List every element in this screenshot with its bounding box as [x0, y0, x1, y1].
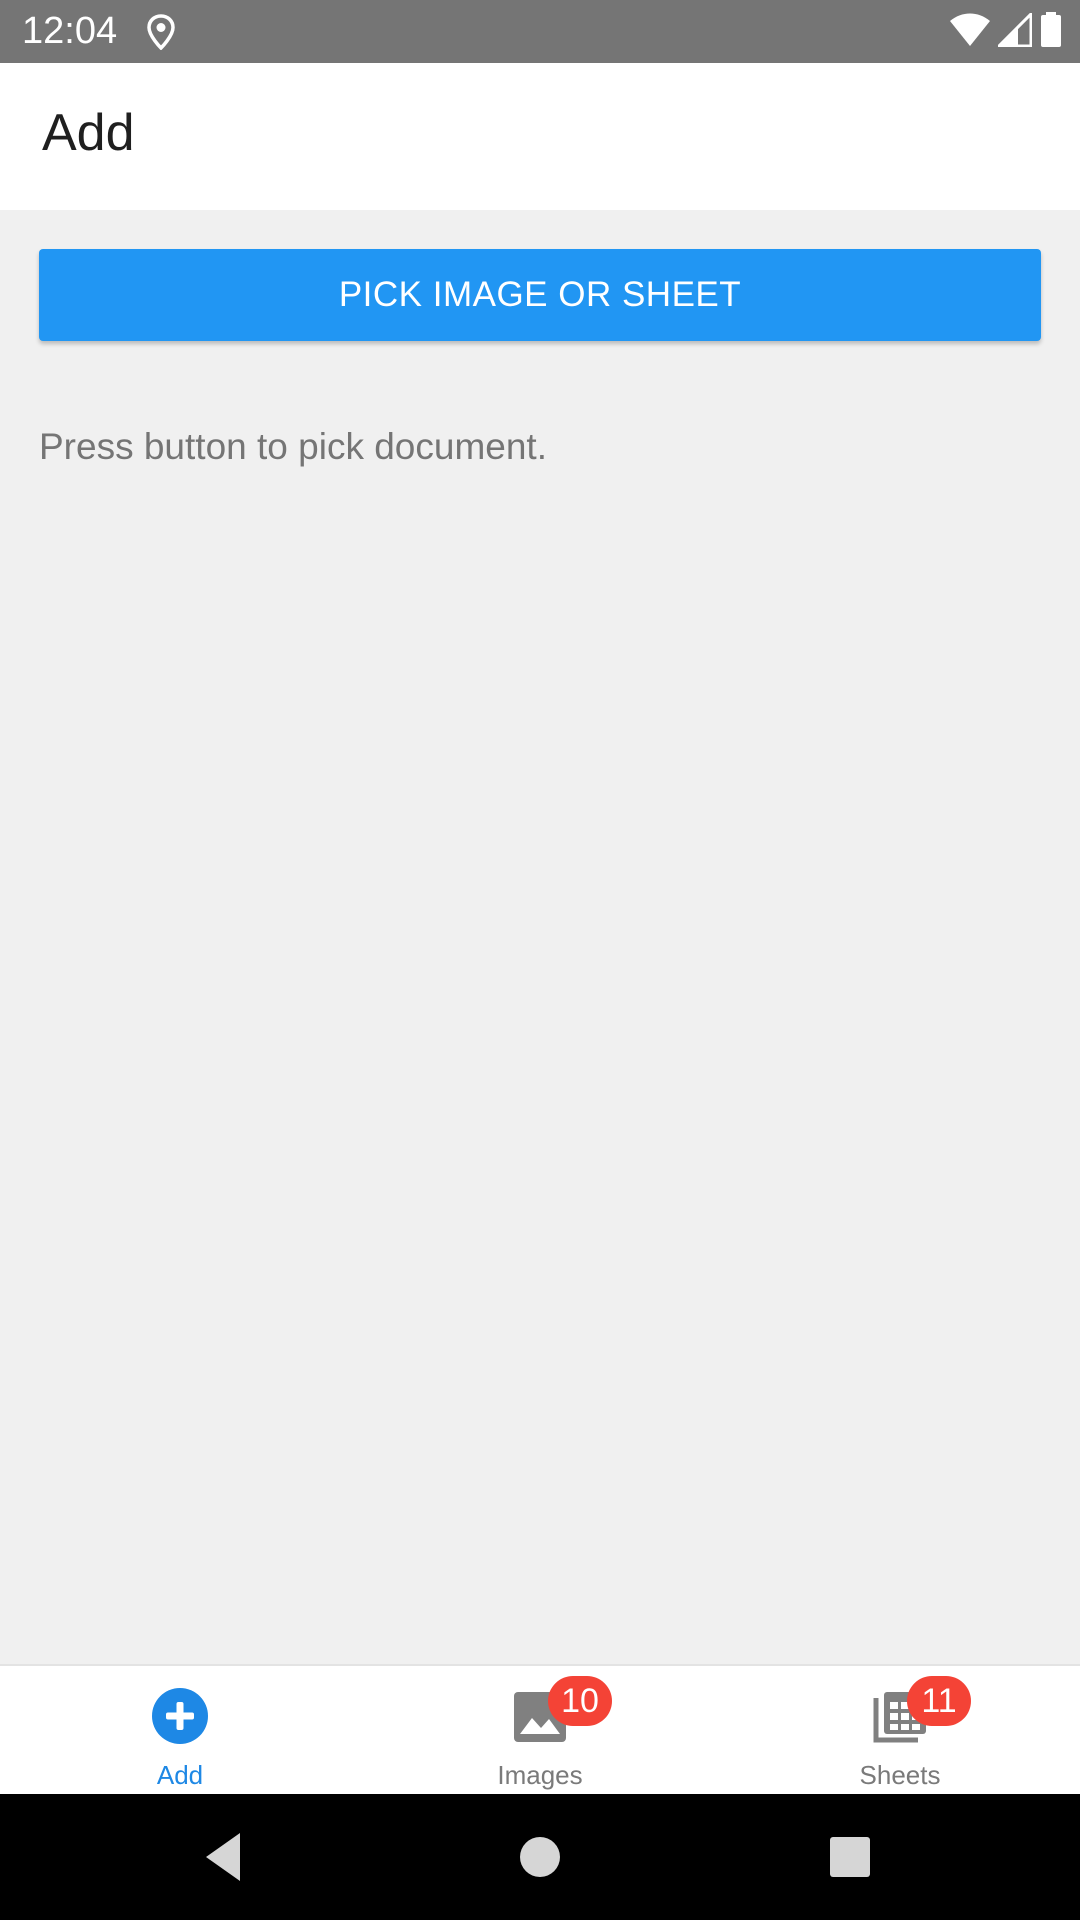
battery-icon — [1040, 11, 1062, 53]
tab-sheets[interactable]: 11 Sheets — [720, 1666, 1080, 1794]
tab-images[interactable]: 10 Images — [360, 1666, 720, 1794]
wifi-icon — [950, 13, 990, 52]
tab-label-images: Images — [497, 1760, 583, 1790]
status-icons — [950, 9, 1062, 53]
signal-icon — [995, 9, 1033, 52]
bottom-tab-bar: Add 10 Images 11 Sheets — [0, 1664, 1080, 1794]
app-bar: Add — [0, 63, 1080, 210]
images-count-badge: 10 — [548, 1676, 612, 1726]
tab-add[interactable]: Add — [0, 1666, 360, 1794]
add-circle-icon — [150, 1686, 210, 1746]
recents-icon[interactable] — [820, 1827, 880, 1887]
pick-image-or-sheet-button[interactable]: PICK IMAGE OR SHEET — [39, 249, 1041, 341]
tab-label-add: Add — [156, 1760, 204, 1790]
sheets-count-badge: 11 — [907, 1676, 971, 1726]
system-nav-bar — [0, 1794, 1080, 1920]
status-time: 12:04 — [22, 10, 118, 52]
location-icon — [146, 14, 176, 51]
status-bar: 12:04 — [0, 0, 1080, 63]
page-title: Add — [42, 104, 135, 162]
screen: 12:04 Add PICK IMAGE OR SHEET Press butt… — [0, 0, 1080, 1920]
hint-text: Press button to pick document. — [39, 426, 547, 467]
home-icon[interactable] — [510, 1827, 570, 1887]
back-icon[interactable] — [198, 1827, 258, 1887]
tab-label-sheets: Sheets — [859, 1760, 941, 1790]
